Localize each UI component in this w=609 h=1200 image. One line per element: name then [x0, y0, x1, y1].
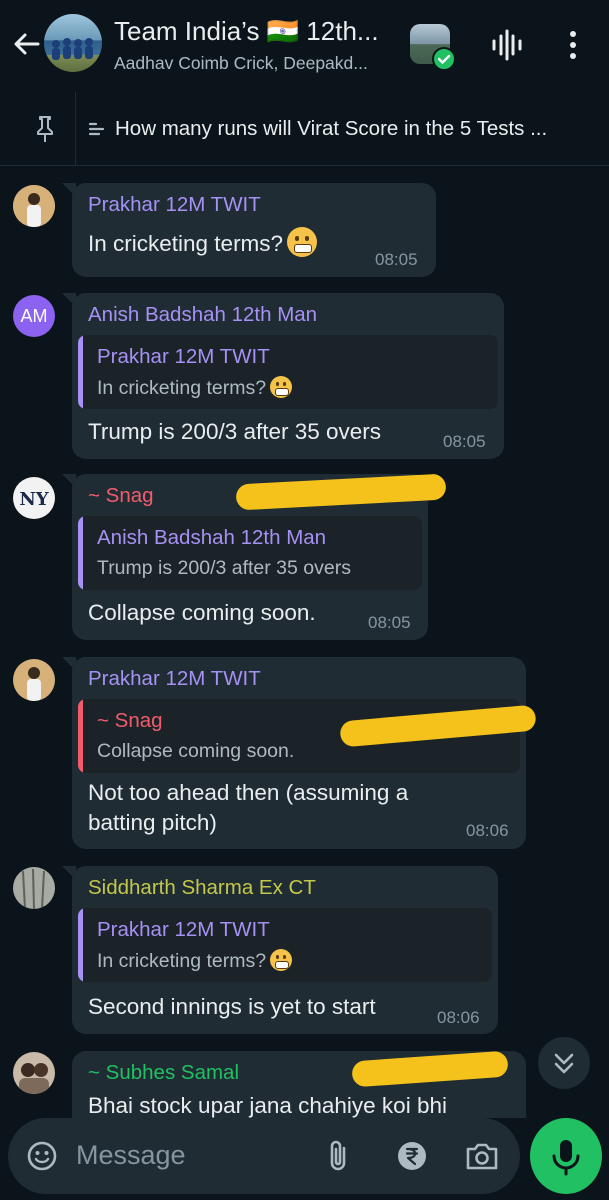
quoted-text: Collapse coming soon. — [97, 740, 295, 762]
quoted-text-content: In cricketing terms? — [97, 950, 267, 972]
scroll-down-icon — [554, 1053, 574, 1074]
message-time: 08:06 — [466, 821, 509, 840]
avatar-initials: AM — [20, 306, 48, 326]
group-avatar[interactable] — [44, 14, 102, 72]
quoted-sender: ~ Snag — [97, 709, 163, 732]
message-sender[interactable]: ~ Snag — [88, 484, 154, 508]
message-bubble[interactable]: Anish Badshah 12th Man Prakhar 12M TWIT … — [62, 293, 504, 459]
emoji-icon[interactable] — [26, 1140, 58, 1172]
camera-icon[interactable] — [464, 1140, 500, 1172]
message-sender[interactable]: Anish Badshah 12th Man — [88, 303, 317, 327]
message-time: 08:05 — [375, 250, 418, 269]
quote-bar — [78, 516, 83, 590]
poll-icon — [88, 122, 105, 136]
group-members-subtitle[interactable]: Aadhav Coimb Crick, Deepakd... — [114, 53, 368, 74]
message-bubble[interactable]: Prakhar 12M TWIT ~ Snag Collapse coming … — [62, 657, 526, 849]
quoted-text: Trump is 200/3 after 35 overs — [97, 557, 351, 579]
message-text-content: In cricketing terms? — [88, 231, 284, 256]
message-text: Collapse coming soon. — [88, 600, 316, 625]
quote-bar — [78, 335, 83, 409]
group-title[interactable]: Team India’s 🇮🇳 12th... — [114, 16, 379, 47]
quoted-sender: Anish Badshah 12th Man — [97, 526, 327, 549]
voice-record-button[interactable] — [530, 1118, 602, 1194]
quoted-text: In cricketing terms? — [97, 949, 293, 973]
quoted-sender: Prakhar 12M TWIT — [97, 345, 270, 368]
avatar[interactable] — [13, 867, 55, 909]
quoted-text-content: In cricketing terms? — [97, 377, 267, 399]
avatar[interactable] — [13, 1052, 55, 1094]
message-composer: Message — [8, 1118, 520, 1194]
pin-icon — [37, 116, 53, 142]
grimace-emoji-icon — [270, 949, 293, 971]
message-text-line-2: batting pitch) — [88, 810, 217, 835]
quote-bar — [78, 908, 83, 982]
avatar[interactable]: AM — [13, 295, 55, 337]
voice-chat-icon[interactable] — [490, 28, 524, 62]
svg-text:NY: NY — [19, 489, 49, 510]
pinned-message-text: How many runs will Virat Score in the 5 … — [115, 117, 548, 140]
rupee-icon[interactable] — [396, 1140, 428, 1172]
message-text-line-1: Not too ahead then (assuming a — [88, 780, 409, 805]
pinned-divider — [75, 92, 76, 166]
quoted-message[interactable]: Prakhar 12M TWIT In cricketing terms? — [78, 908, 492, 982]
message-sender[interactable]: Prakhar 12M TWIT — [88, 667, 261, 691]
quoted-text: In cricketing terms? — [97, 376, 293, 400]
chat-header: Team India’s 🇮🇳 12th... Aadhav Coimb Cri… — [0, 0, 609, 92]
message-sender[interactable]: Prakhar 12M TWIT — [88, 193, 261, 217]
call-active-badge — [432, 47, 456, 71]
message-sender[interactable]: Siddharth Sharma Ex CT — [88, 876, 316, 900]
message-bubble[interactable]: Prakhar 12M TWIT In cricketing terms? 08… — [62, 183, 436, 277]
quoted-message[interactable]: Prakhar 12M TWIT In cricketing terms? — [78, 335, 498, 409]
attach-icon[interactable] — [324, 1138, 354, 1174]
grimace-emoji-icon — [287, 227, 318, 257]
message-bubble[interactable]: Siddharth Sharma Ex CT Prakhar 12M TWIT … — [62, 866, 498, 1034]
message-input[interactable]: Message — [76, 1140, 186, 1171]
message-text: Bhai stock upar jana chahiye koi bhi — [88, 1093, 447, 1118]
message-time: 08:05 — [443, 432, 486, 451]
avatar[interactable] — [13, 185, 55, 227]
message-sender[interactable]: ~ Subhes Samal — [88, 1061, 239, 1085]
grimace-emoji-icon — [270, 376, 293, 398]
scroll-to-bottom-button[interactable] — [538, 1037, 590, 1089]
message-time: 08:06 — [437, 1008, 480, 1027]
message-text: Trump is 200/3 after 35 overs — [88, 419, 382, 444]
message-text: Second innings is yet to start — [88, 994, 376, 1019]
pinned-message-bar[interactable]: How many runs will Virat Score in the 5 … — [0, 92, 609, 166]
avatar[interactable] — [13, 659, 55, 701]
quoted-sender: Prakhar 12M TWIT — [97, 918, 270, 941]
avatar[interactable]: NY — [13, 477, 55, 519]
more-options-icon[interactable] — [560, 28, 586, 62]
message-time: 08:05 — [368, 613, 411, 632]
back-arrow-icon[interactable] — [10, 28, 42, 60]
message-text: In cricketing terms? — [88, 227, 318, 259]
quote-bar — [78, 699, 83, 773]
mic-icon — [552, 1140, 580, 1176]
quoted-message[interactable]: Anish Badshah 12th Man Trump is 200/3 af… — [78, 516, 422, 590]
